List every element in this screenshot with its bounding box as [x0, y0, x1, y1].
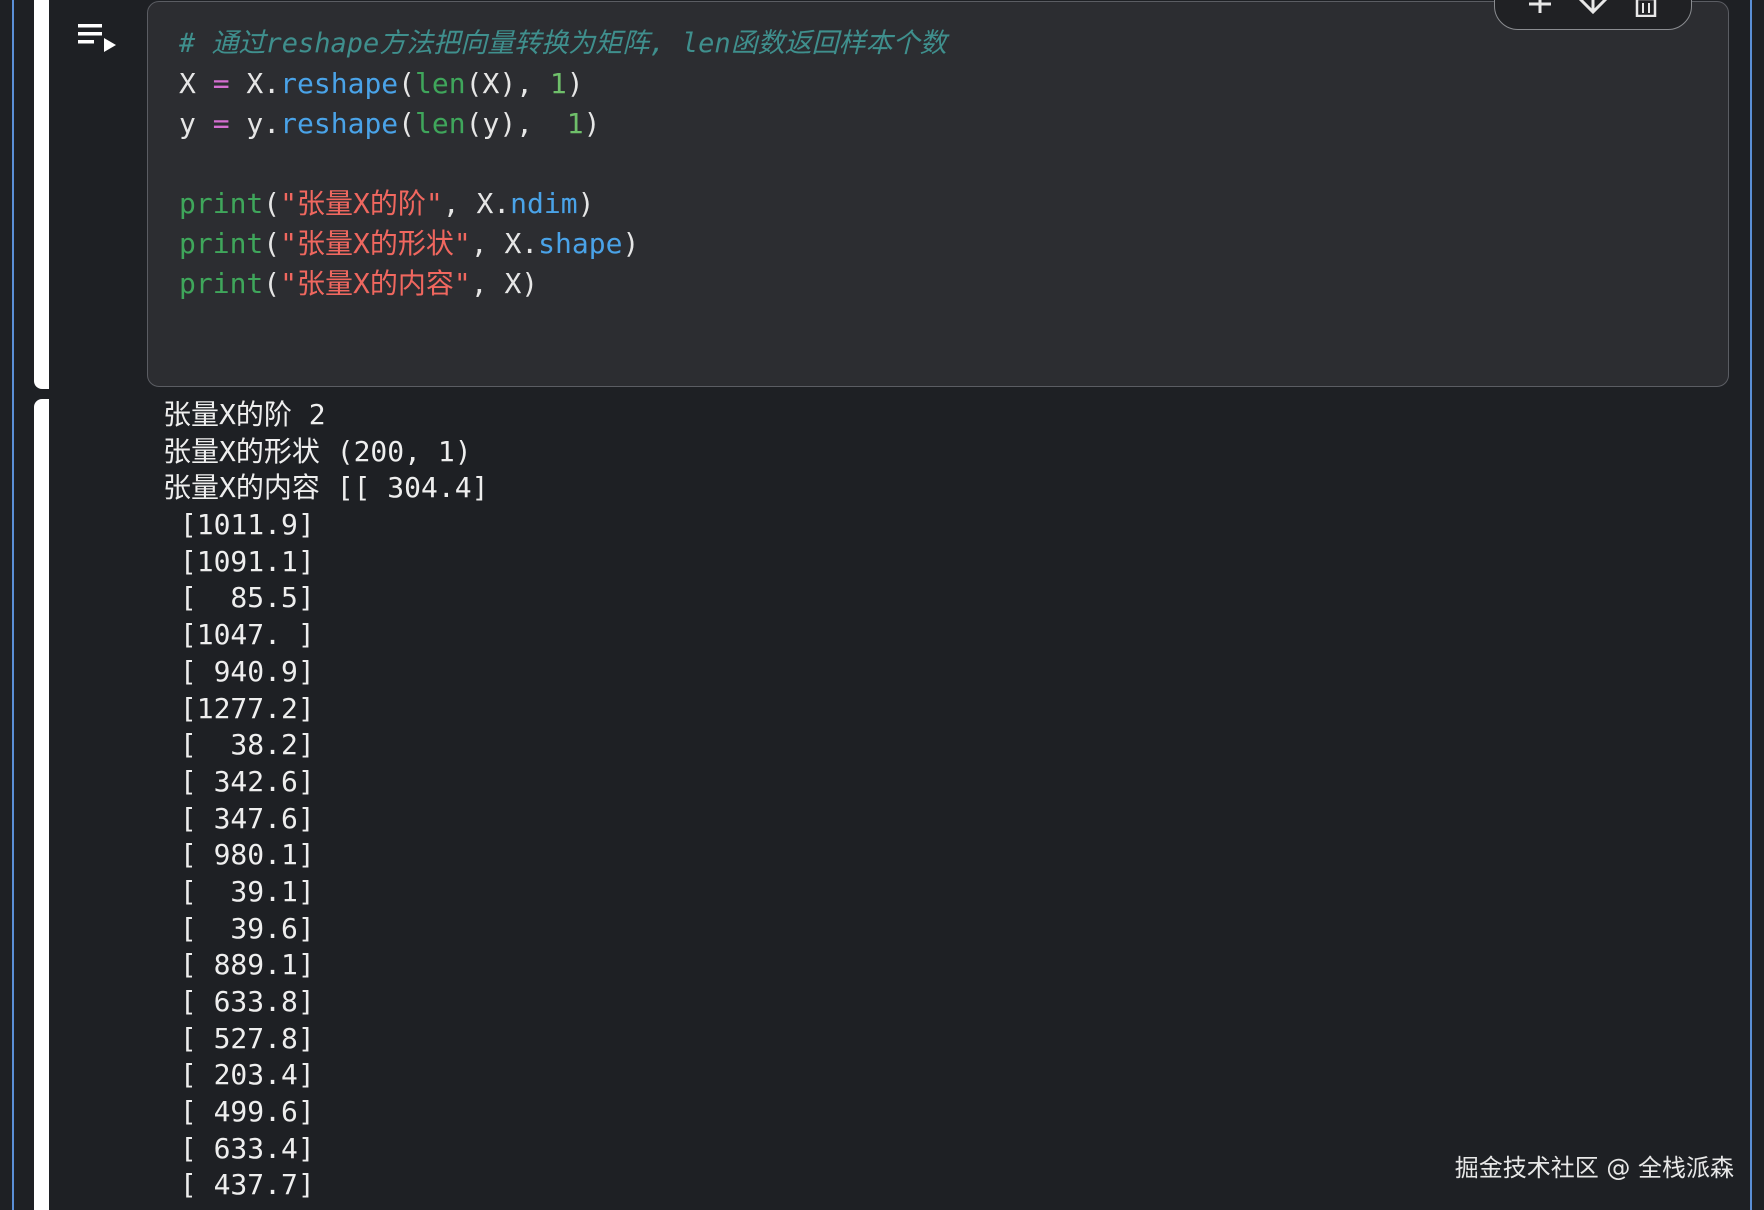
output-line: [1047. ] [163, 618, 315, 652]
code-token: ( [398, 107, 416, 140]
code-token: ( [263, 267, 281, 300]
watermark: 掘金技术社区 @ 全栈派森 [1454, 1154, 1734, 1182]
output-line: 张量X的形状 (200, 1) [163, 434, 472, 468]
code-line: print("张量X的阶", X.ndim) [179, 184, 947, 224]
output-line: [ 980.1] [163, 838, 315, 872]
window-edge-left [12, 0, 14, 1210]
code-token: ) [583, 107, 601, 140]
move-cell-down-button[interactable] [1578, 0, 1608, 17]
arrow-down-icon [1578, 0, 1608, 15]
output-line: [ 342.6] [163, 764, 315, 798]
code-token: , X. [442, 187, 511, 220]
code-token: "张量X的内容" [280, 267, 471, 300]
code-token: "张量X的形状" [280, 227, 471, 260]
code-token: reshape [280, 107, 399, 140]
code-token: len [415, 107, 466, 140]
code-token: shape [538, 227, 623, 260]
code-token: print [179, 227, 264, 260]
output-line: [1011.9] [163, 508, 315, 542]
code-token: reshape [280, 67, 399, 100]
output-line: [1091.1] [163, 544, 315, 578]
output-line: [ 39.1] [163, 874, 315, 908]
code-token: ( [263, 187, 281, 220]
output-line: [ 85.5] [163, 581, 315, 615]
output-line: [ 527.8] [163, 1021, 315, 1055]
code-token: "张量X的阶" [280, 187, 443, 220]
code-cell-selection-bar [34, 0, 49, 389]
code-token: print [179, 187, 264, 220]
code-token: X [179, 67, 213, 100]
code-token: ) [566, 67, 584, 100]
arrow-up-icon [1528, 0, 1551, 13]
output-line: [ 499.6] [163, 1095, 315, 1129]
output-line: [ 203.4] [163, 1058, 315, 1092]
cell-toolbar [1494, 0, 1692, 30]
output-cell-selection-bar [34, 399, 49, 1210]
output-line: [ 347.6] [163, 801, 315, 835]
code-token: y [179, 107, 213, 140]
code-token: , X. [470, 227, 539, 260]
code-token: , X) [470, 267, 539, 300]
code-token: y. [229, 107, 281, 140]
code-token: ( [398, 67, 416, 100]
cell-output: 张量X的阶 2 张量X的形状 (200, 1) 张量X的内容 [[ 304.4] [… [163, 397, 488, 1204]
output-line: [ 940.9] [163, 654, 315, 688]
code-line: X = X.reshape(len(X), 1) [179, 64, 947, 104]
output-line: [ 437.7] [163, 1168, 315, 1202]
code-token: print [179, 267, 264, 300]
code-token: = [212, 107, 230, 140]
output-line: [ 889.1] [163, 948, 315, 982]
move-cell-up-button[interactable] [1525, 0, 1555, 17]
output-line: 张量X的阶 2 [163, 398, 326, 431]
output-line: [ 633.4] [163, 1131, 315, 1165]
code-token: ) [622, 227, 640, 260]
code-line: print("张量X的内容", X) [179, 264, 947, 304]
code-token: ( [263, 227, 281, 260]
output-line: [ 39.6] [163, 911, 315, 945]
window-edge-right [1750, 0, 1752, 1210]
delete-icon [1636, 0, 1657, 17]
output-line: 张量X的内容 [[ 304.4] [163, 471, 489, 505]
code-comment-line: # 通过reshape方法把向量转换为矩阵, len函数返回样本个数 [179, 28, 947, 59]
code-line: print("张量X的形状", X.shape) [179, 224, 947, 264]
code-token: (y), [465, 107, 567, 140]
delete-cell-button[interactable] [1631, 0, 1661, 17]
output-line: [1277.2] [163, 691, 315, 725]
run-cell-icon[interactable] [78, 22, 120, 56]
code-token: ) [577, 187, 595, 220]
code-token: (X), [465, 67, 550, 100]
code-token: ndim [510, 187, 578, 220]
code-token: 1 [549, 67, 567, 100]
run-list-icon [78, 24, 116, 52]
code-token: len [415, 67, 466, 100]
code-line: y = y.reshape(len(y), 1) [179, 104, 947, 144]
code-token: X. [229, 67, 281, 100]
output-line: [ 633.8] [163, 985, 315, 1018]
code-editor[interactable]: # 通过reshape方法把向量转换为矩阵, len函数返回样本个数 X = X.… [179, 24, 947, 304]
output-line: [ 38.2] [163, 728, 315, 762]
code-token: 1 [566, 107, 584, 140]
code-token: = [212, 67, 230, 100]
